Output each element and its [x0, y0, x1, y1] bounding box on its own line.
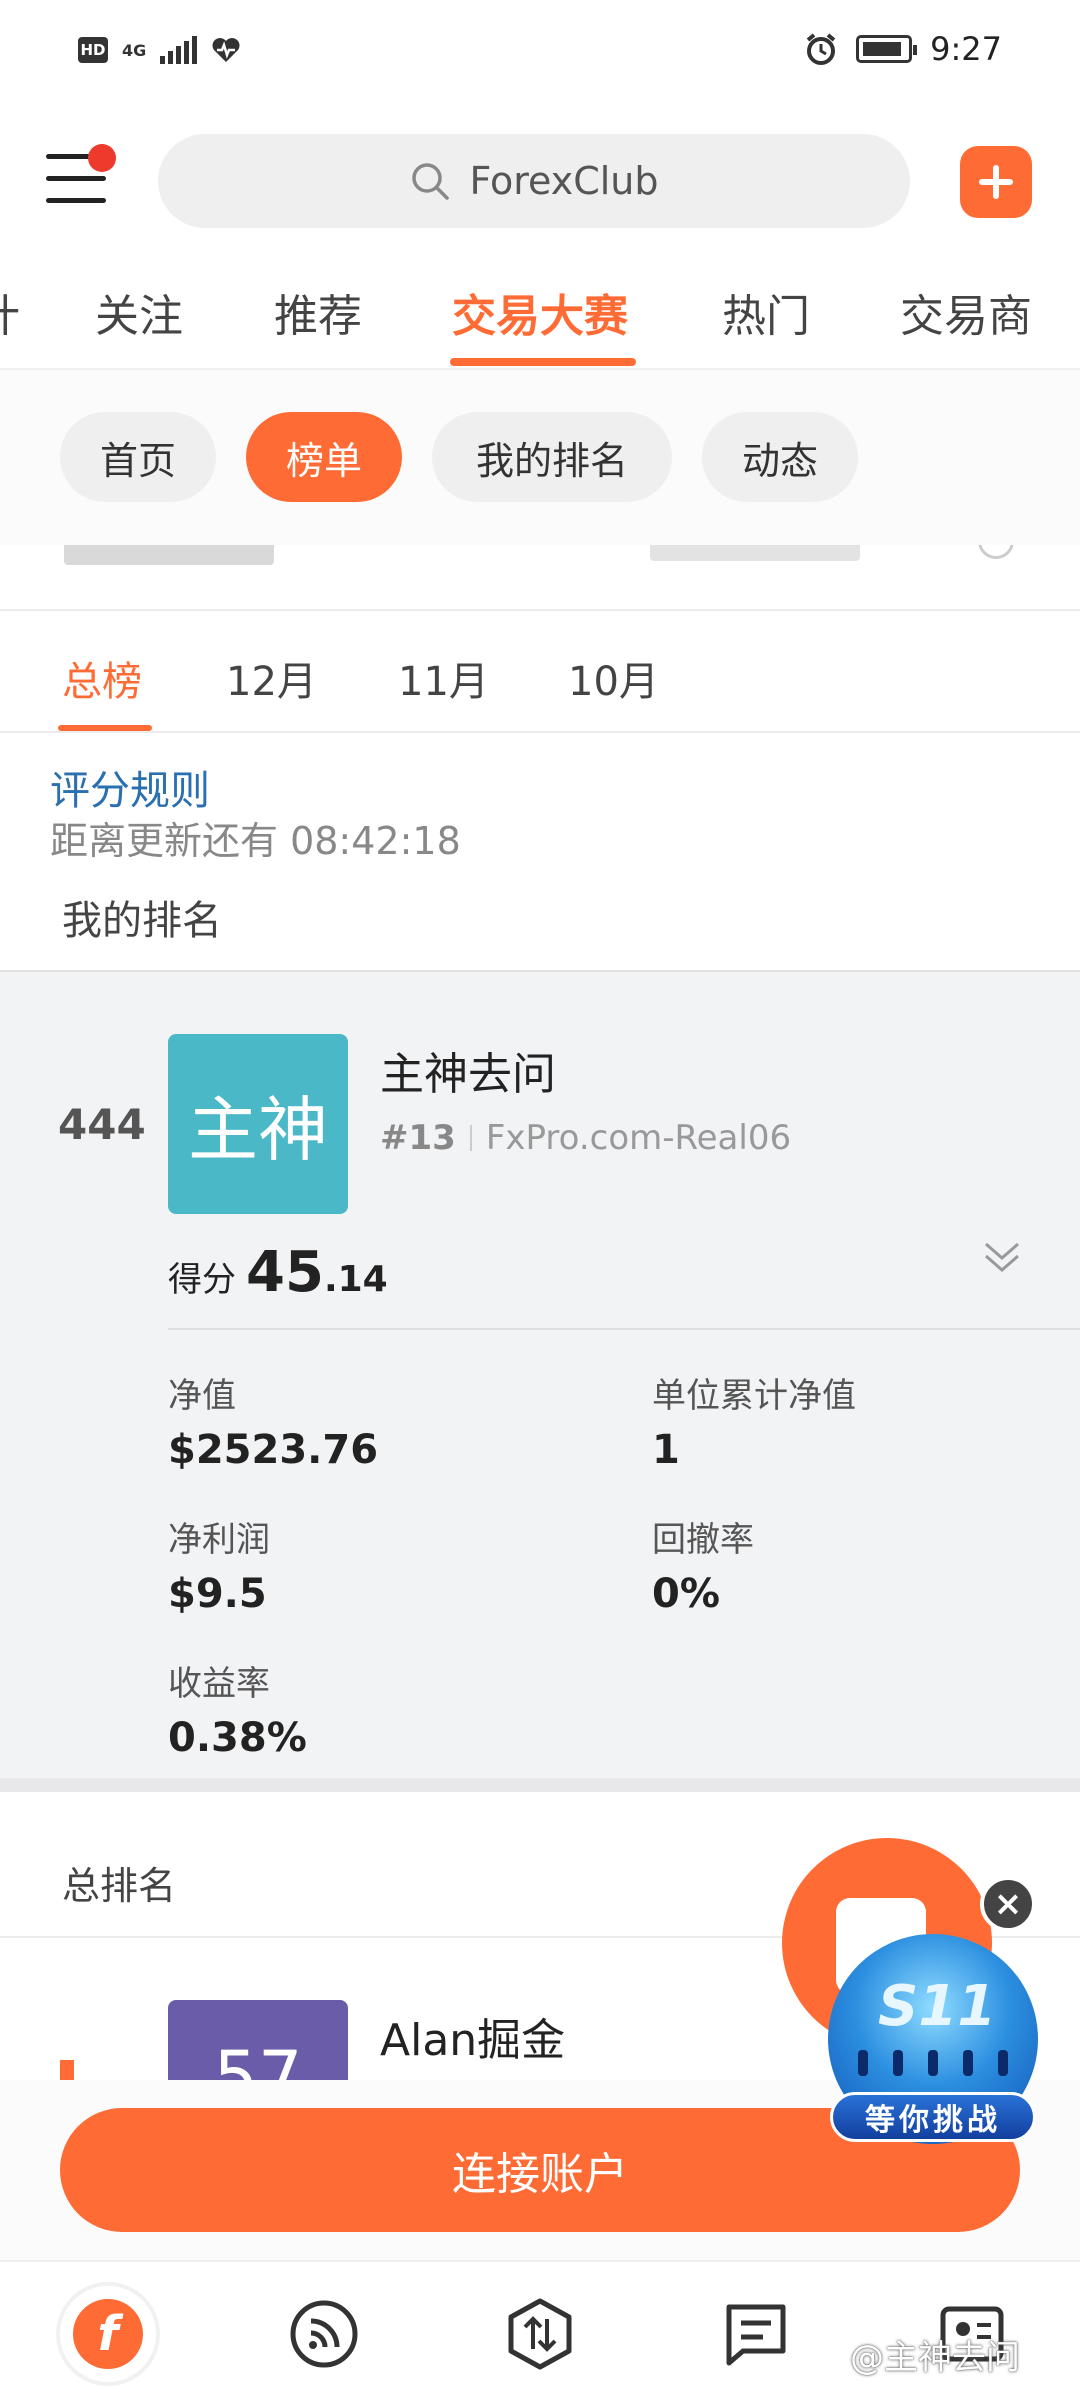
stat-drawdown: 回撤率 0%: [652, 1512, 754, 1617]
trade-icon: [508, 2298, 572, 2370]
avatar[interactable]: 主神: [168, 1034, 348, 1214]
rank-number: 444: [58, 1100, 146, 1149]
signal-icon: [160, 36, 198, 64]
period-tab-indicator: [58, 725, 152, 731]
feed-icon: [290, 2300, 358, 2368]
score-label: 得分: [168, 1260, 236, 1300]
account-info: #13 FxPro.com-Real06: [380, 1118, 791, 1158]
top-bar: ForexClub: [0, 110, 1080, 240]
tab-brokers[interactable]: 交易商: [900, 280, 1032, 344]
status-bar: HD 4G 9:27: [0, 0, 1080, 110]
clock: 9:27: [930, 30, 1002, 68]
tab-november[interactable]: 11月: [398, 649, 489, 707]
stat-net-profit: 净利润 $9.5: [168, 1512, 270, 1617]
tab-following[interactable]: 关注: [95, 280, 183, 344]
subnav-my-rank[interactable]: 我的排名: [432, 412, 672, 502]
my-rank-card[interactable]: 444 主神 主神去问 #13 FxPro.com-Real06 得分 45 .…: [0, 970, 1080, 1792]
avatar[interactable]: 57: [168, 2000, 348, 2090]
nav-messages[interactable]: [706, 2284, 806, 2384]
stat-label: 单位累计净值: [652, 1376, 856, 1416]
contest-sub-nav: 首页 榜单 我的排名 动态: [0, 370, 1080, 545]
search-icon: [412, 163, 450, 200]
stat-value: 0%: [652, 1571, 720, 1617]
broker-server: FxPro.com-Real06: [485, 1118, 792, 1158]
alarm-icon: [806, 33, 836, 65]
tab-hot[interactable]: 热门: [722, 280, 810, 344]
period-tabs: 总榜 12月 11月 10月: [0, 611, 1080, 733]
plus-icon: [979, 165, 1013, 199]
score-value-int: 45: [246, 1240, 324, 1305]
hd-indicator: HD: [78, 37, 108, 63]
search-placeholder: ForexClub: [469, 159, 659, 203]
home-icon: f: [60, 2286, 156, 2382]
subnav-home[interactable]: 首页: [60, 412, 216, 502]
scrolled-header-row: [0, 545, 1080, 611]
network-type: 4G: [122, 40, 147, 60]
stat-net-value: 净值 $2523.76: [168, 1368, 378, 1473]
user-name[interactable]: Alan掘金: [380, 2004, 565, 2068]
score: 得分 45 .14: [168, 1240, 388, 1305]
tab-december[interactable]: 12月: [226, 649, 317, 707]
update-countdown: 距离更新还有 08:42:18: [50, 819, 461, 863]
notification-dot: [88, 144, 116, 172]
nav-home[interactable]: f: [58, 2284, 158, 2384]
promo-label[interactable]: 等你挑战: [830, 2092, 1036, 2142]
battery-icon: [856, 35, 918, 63]
stat-value: 1: [652, 1427, 680, 1473]
promo-title: S11: [878, 1974, 997, 2039]
tab-partial-edge[interactable]: 计: [0, 280, 20, 344]
stat-value: $2523.76: [168, 1427, 379, 1473]
menu-button[interactable]: [46, 144, 116, 210]
tab-overall[interactable]: 总榜: [62, 649, 142, 707]
divider: [469, 1125, 472, 1151]
subnav-activity[interactable]: 动态: [702, 412, 858, 502]
tab-october[interactable]: 10月: [568, 649, 659, 707]
tab-trading-contest[interactable]: 交易大赛: [452, 280, 628, 344]
nav-feed[interactable]: [274, 2284, 374, 2384]
health-icon: [212, 38, 240, 62]
stat-label: 收益率: [168, 1664, 270, 1704]
chevron-down-icon[interactable]: [980, 1234, 1024, 1278]
nav-trade[interactable]: [490, 2284, 590, 2384]
user-name[interactable]: 主神去问: [380, 1038, 556, 1102]
stat-label: 回撤率: [652, 1520, 754, 1560]
stat-label: 净利润: [168, 1520, 270, 1560]
stat-label: 净值: [168, 1376, 236, 1416]
stat-return-rate: 收益率 0.38%: [168, 1656, 307, 1761]
stat-unit-nav: 单位累计净值 1: [652, 1368, 856, 1473]
category-tabs: 计 关注 推荐 交易大赛 热门 交易商: [0, 270, 1080, 370]
tab-recommended[interactable]: 推荐: [274, 280, 362, 344]
my-rank-heading: 我的排名: [62, 898, 222, 944]
score-value-dec: .14: [323, 1259, 388, 1300]
active-tab-indicator: [450, 358, 636, 366]
subnav-leaderboard[interactable]: 榜单: [246, 412, 402, 502]
stat-value: 0.38%: [168, 1715, 307, 1761]
add-button[interactable]: [960, 146, 1032, 218]
total-rank-heading: 总排名: [62, 1864, 177, 1908]
account-number: #13: [380, 1118, 456, 1158]
search-bar[interactable]: ForexClub: [158, 134, 910, 228]
watermark-text: @主神去问: [850, 2338, 1020, 2378]
close-icon[interactable]: ×: [980, 1876, 1036, 1932]
runners-icon: [858, 2046, 1008, 2076]
stat-value: $9.5: [168, 1571, 267, 1617]
message-icon: [726, 2304, 786, 2366]
divider: [168, 1328, 1080, 1330]
scoring-rules-link[interactable]: 评分规则: [50, 758, 210, 816]
